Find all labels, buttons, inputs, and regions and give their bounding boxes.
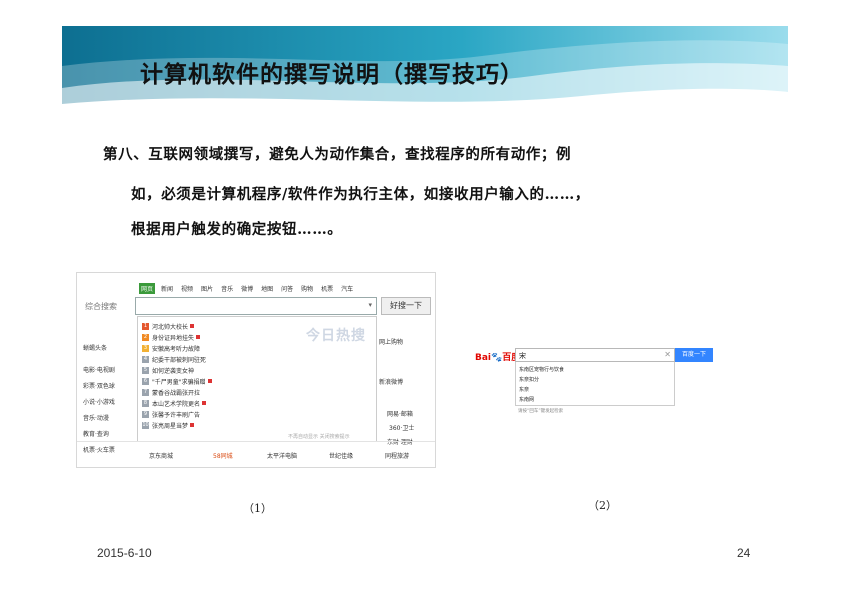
body-line-1: 第八、互联网领域撰写，避免人为动作集合，查找程序的所有动作；例 — [103, 146, 572, 163]
rank-badge: 2 — [142, 333, 149, 341]
rank-badge: 4 — [142, 355, 149, 363]
tab-web[interactable]: 网页 — [139, 283, 156, 294]
tab-music[interactable]: 音乐 — [219, 283, 235, 294]
tab-map[interactable]: 地图 — [259, 283, 275, 294]
slide-title: 计算机软件的撰写说明（撰写技巧） — [140, 61, 524, 88]
suggestion-text: 安徽高考听力故障 — [152, 345, 201, 353]
suggestion-dropdown: 今日热搜 1 河北帅大校长 2 身份证异地挂失 3 安徽高考听力故障 4 纪委干部被刺同驻死 5… — [137, 316, 377, 442]
right-link[interactable]: 网上购物 — [379, 337, 403, 346]
suggestion-item[interactable]: 8 本山艺术学院更名 — [142, 398, 207, 408]
suggestion-text: 张馨予许丰刷广告 — [152, 411, 201, 419]
hot-icon — [190, 324, 195, 328]
paw-icon: 🐾 — [491, 353, 503, 363]
baidu-input-value: 宋 — [519, 352, 526, 360]
footer-date: 2015-6-10 — [97, 546, 152, 560]
left-item[interactable]: 教育·查询 — [83, 429, 109, 438]
suggestion-item[interactable]: 1 河北帅大校长 — [142, 321, 195, 331]
tab-flights[interactable]: 机票 — [319, 283, 335, 294]
baidu-search-button[interactable]: 百度一下 — [675, 348, 713, 362]
suggestion-text: 身份证异地挂失 — [152, 334, 195, 342]
baidu-search-input[interactable]: 宋 ✕ — [515, 348, 675, 362]
dropdown-footer[interactable]: 不再自动显示 关闭搜索提示 — [288, 433, 350, 440]
tab-qa[interactable]: 问答 — [279, 283, 295, 294]
rank-badge: 10 — [142, 421, 149, 429]
clear-icon[interactable]: ✕ — [664, 350, 671, 359]
suggestion-item[interactable]: 3 安徽高考听力故障 — [142, 343, 200, 353]
suggestion-item[interactable]: 5 如何逆袭变女神 — [142, 365, 194, 375]
hot-icon — [190, 423, 195, 427]
suggestion-text: 张亮周星当梦 — [152, 422, 189, 430]
suggestion-text: 本山艺术学院更名 — [152, 400, 201, 408]
search-category-label[interactable]: 综合搜索 — [85, 301, 117, 312]
bottom-link[interactable]: 京东商城 — [149, 451, 173, 460]
logo-text-left: Bai — [475, 353, 492, 363]
search-input[interactable]: ▾ — [135, 297, 377, 315]
title-banner: 计算机软件的撰写说明（撰写技巧） — [62, 26, 788, 116]
tab-cars[interactable]: 汽车 — [339, 283, 355, 294]
right-link[interactable]: 360·卫士 — [389, 423, 414, 432]
suggestion-text: 纪委干部被刺同驻死 — [152, 356, 207, 364]
hot-icon — [202, 401, 207, 405]
search-button[interactable]: 好搜一下 — [381, 297, 431, 315]
suggestion-text: "千尸男童"求骗捐赠 — [152, 378, 206, 386]
bottom-link[interactable]: 太平洋电脑 — [267, 451, 297, 460]
suggestion-item[interactable]: 9 张馨予许丰刷广告 — [142, 409, 200, 419]
screenshot-baidu-search: Bai🐾百度 宋 ✕ 百度一下 东南区宠物行与饮食 东奈扣分 东奈 东南网 请按… — [475, 343, 713, 415]
baidu-suggestion[interactable]: 东奈扣分 — [519, 376, 539, 383]
bottom-link[interactable]: 世纪佳缘 — [329, 451, 353, 460]
rank-badge: 9 — [142, 410, 149, 418]
hot-icon — [196, 335, 201, 339]
suggestion-item[interactable]: 7 蒙香谷战霸张开拉 — [142, 387, 200, 397]
body-line-3: 根据用户触发的确定按钮……。 — [131, 221, 343, 238]
caption-2: （2） — [588, 499, 617, 512]
baidu-suggestion-list: 东南区宠物行与饮食 东奈扣分 东奈 东南网 — [515, 362, 675, 406]
rank-badge: 8 — [142, 399, 149, 407]
suggestion-text: 如何逆袭变女神 — [152, 367, 195, 375]
left-category-list: 蜥蜴头条 电影·电视剧 彩票·双色球 小说·小游戏 音乐·动漫 教育·查询 机票… — [77, 323, 133, 467]
right-link[interactable]: 新浪微博 — [379, 377, 403, 386]
hot-search-watermark: 今日热搜 — [306, 328, 366, 344]
rank-badge: 7 — [142, 388, 149, 396]
left-item[interactable]: 小说·小游戏 — [83, 397, 115, 406]
left-item[interactable]: 彩票·双色球 — [83, 381, 115, 390]
dropdown-arrow-icon[interactable]: ▾ — [368, 301, 372, 309]
baidu-suggestion[interactable]: 东奈 — [519, 386, 529, 393]
body-line-2: 如，必须是计算机程序/软件作为执行主体，如接收用户输入的……， — [131, 186, 590, 203]
suggestion-item[interactable]: 10 张亮周星当梦 — [142, 420, 195, 430]
bottom-link[interactable]: 同程旅游 — [385, 451, 409, 460]
left-item[interactable]: 电影·电视剧 — [83, 365, 115, 374]
suggestion-item[interactable]: 4 纪委干部被刺同驻死 — [142, 354, 206, 364]
baidu-suggestion[interactable]: 东南区宠物行与饮食 — [519, 366, 564, 373]
suggestion-item[interactable]: 2 身份证异地挂失 — [142, 332, 201, 342]
baidu-logo: Bai🐾百度 — [475, 350, 520, 363]
tab-shopping[interactable]: 购物 — [299, 283, 315, 294]
suggestion-text: 蒙香谷战霸张开拉 — [152, 389, 201, 397]
rank-badge: 5 — [142, 366, 149, 374]
tab-weibo[interactable]: 微博 — [239, 283, 255, 294]
baidu-hint: 请按“回车”键发起检索 — [518, 409, 564, 414]
divider — [77, 441, 435, 442]
baidu-suggestion[interactable]: 东南网 — [519, 396, 534, 403]
hot-icon — [207, 379, 212, 383]
tab-images[interactable]: 图片 — [199, 283, 215, 294]
tab-video[interactable]: 视频 — [179, 283, 195, 294]
rank-badge: 1 — [142, 322, 149, 330]
screenshot-360-search: 网页 新闻 视频 图片 音乐 微博 地图 问答 购物 机票 汽车 综合搜索 ▾ … — [76, 272, 436, 468]
slide: 计算机软件的撰写说明（撰写技巧） 第八、互联网领域撰写，避免人为动作集合，查找程… — [0, 0, 848, 600]
left-item[interactable]: 机票·火车票 — [83, 445, 115, 454]
left-item[interactable]: 音乐·动漫 — [83, 413, 109, 422]
right-link[interactable]: 网易·邮箱 — [387, 409, 413, 418]
nav-tabs: 网页 新闻 视频 图片 音乐 微博 地图 问答 购物 机票 汽车 — [139, 283, 355, 294]
page-number: 24 — [737, 546, 751, 560]
bottom-link[interactable]: 58同城 — [213, 451, 233, 460]
tab-news[interactable]: 新闻 — [159, 283, 175, 294]
caption-1: （1） — [243, 502, 272, 515]
left-item[interactable]: 蜥蜴头条 — [83, 343, 107, 352]
suggestion-item[interactable]: 6 "千尸男童"求骗捐赠 — [142, 376, 212, 386]
rank-badge: 6 — [142, 377, 149, 385]
suggestion-text: 河北帅大校长 — [152, 323, 189, 331]
rank-badge: 3 — [142, 344, 149, 352]
